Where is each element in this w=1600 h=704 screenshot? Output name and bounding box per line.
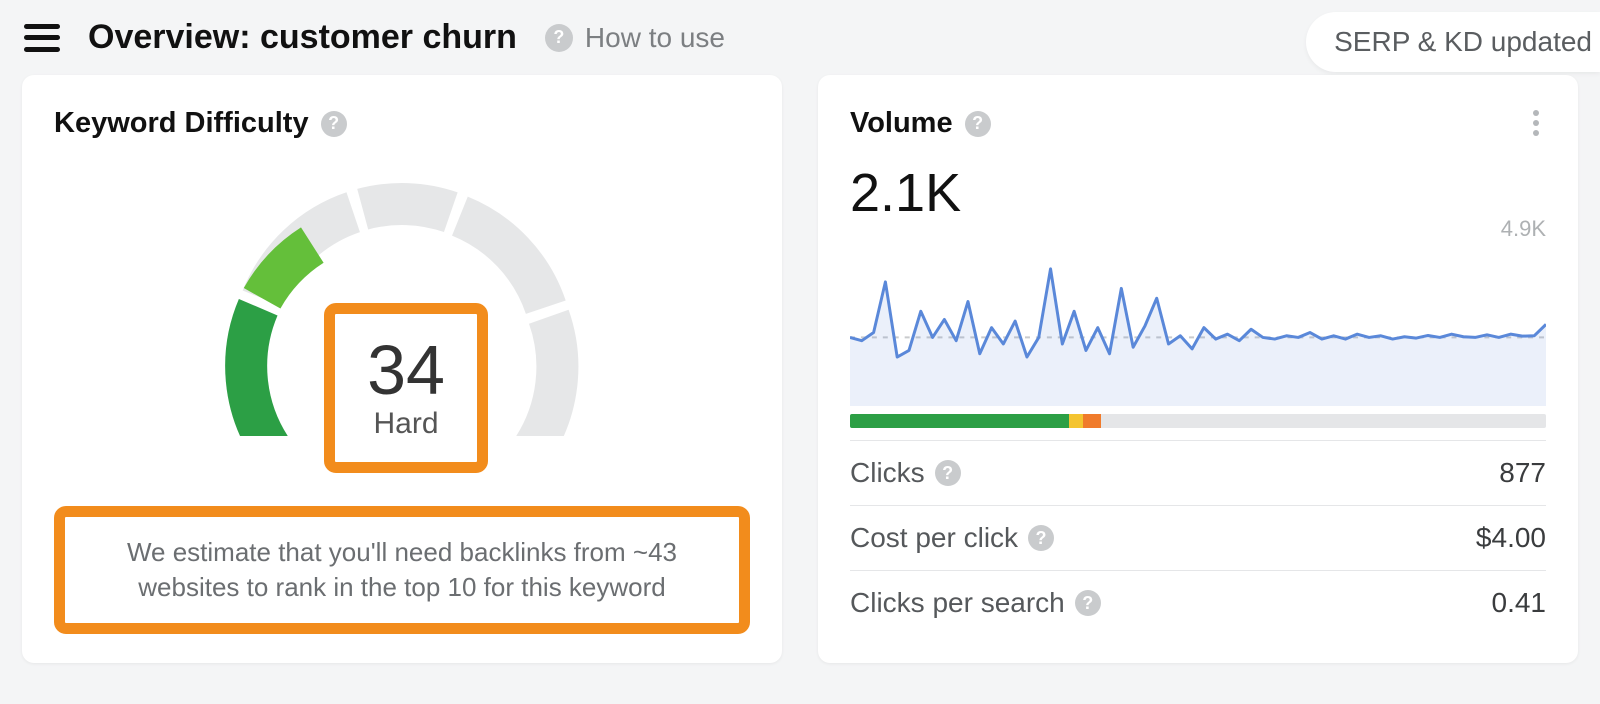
volume-sparkline (850, 246, 1546, 406)
card-header: Keyword Difficulty ? (54, 107, 750, 140)
volume-value: 2.1K (850, 162, 1546, 224)
share-segment (1083, 414, 1100, 428)
serp-kd-pill[interactable]: SERP & KD updated (1306, 12, 1600, 72)
metric-label: Clicks per search (850, 587, 1065, 619)
metric-row-clicks: Clicks ? 877 (850, 440, 1546, 505)
share-segment (1069, 414, 1083, 428)
kd-score-box: 34 Hard (324, 303, 488, 473)
metric-label: Clicks (850, 457, 925, 489)
page-title: Overview: customer churn (88, 18, 517, 57)
metric-row-cpc: Cost per click ? $4.00 (850, 505, 1546, 570)
top-bar: Overview: customer churn ? How to use SE… (0, 0, 1600, 75)
how-to-use-link[interactable]: ? How to use (545, 22, 725, 54)
help-icon[interactable]: ? (1028, 525, 1054, 551)
metric-value: 877 (1499, 457, 1546, 489)
volume-title: Volume (850, 107, 953, 140)
help-icon[interactable]: ? (935, 460, 961, 486)
help-icon: ? (545, 24, 573, 52)
metric-label: Cost per click (850, 522, 1018, 554)
kd-estimate: We estimate that you'll need backlinks f… (54, 506, 750, 634)
more-icon[interactable] (1526, 107, 1546, 146)
kd-label: Hard (373, 407, 438, 441)
metric-row-cps: Clicks per search ? 0.41 (850, 570, 1546, 635)
metric-value: $4.00 (1476, 522, 1546, 554)
volume-metrics: Clicks ? 877 Cost per click ? $4.00 Clic… (850, 440, 1546, 635)
kd-value: 34 (367, 335, 445, 405)
menu-icon[interactable] (24, 24, 60, 52)
help-icon[interactable]: ? (1075, 590, 1101, 616)
how-to-use-label: How to use (585, 22, 725, 54)
cards-row: Keyword Difficulty ? 34 Hard We estimate… (0, 75, 1600, 663)
kd-title: Keyword Difficulty (54, 107, 309, 140)
volume-share-bar (850, 414, 1546, 428)
share-segment (850, 414, 1069, 428)
help-icon[interactable]: ? (965, 111, 991, 137)
keyword-difficulty-card: Keyword Difficulty ? 34 Hard We estimate… (22, 75, 782, 663)
card-header: Volume ? (850, 107, 1546, 146)
kd-gauge: 34 Hard (222, 176, 582, 476)
volume-card: Volume ? 2.1K 4.9K Clicks ? 877 Cost per… (818, 75, 1578, 663)
share-segment (1101, 414, 1546, 428)
metric-value: 0.41 (1492, 587, 1547, 619)
help-icon[interactable]: ? (321, 111, 347, 137)
